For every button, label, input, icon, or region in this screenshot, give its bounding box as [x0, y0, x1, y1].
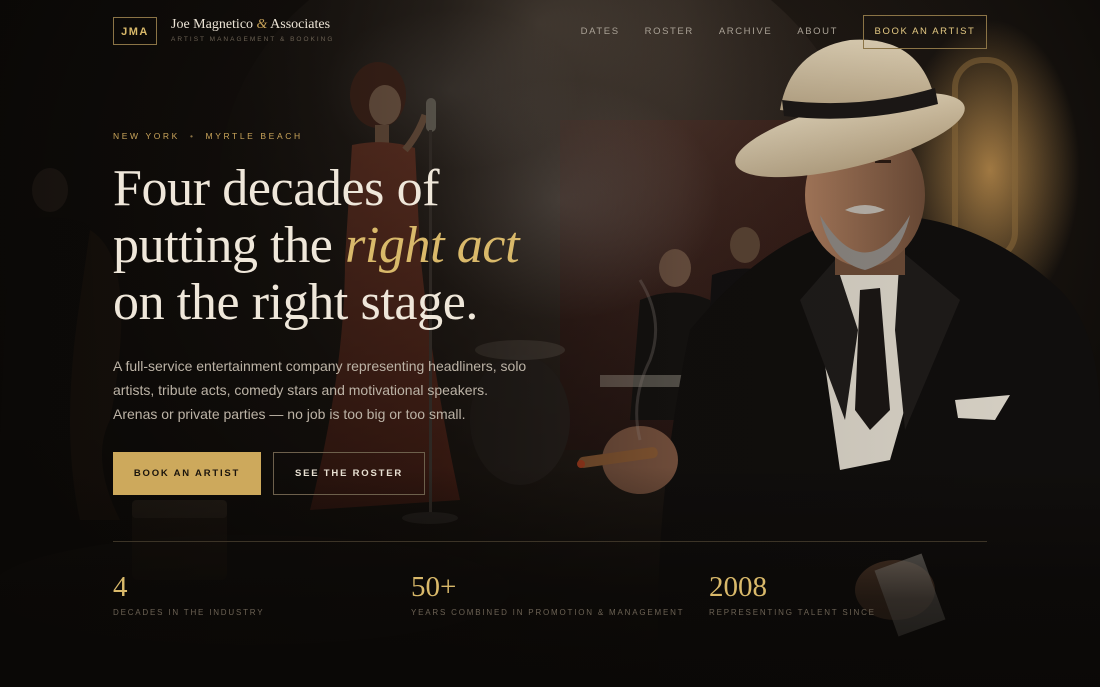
stat-years-combined: 50+ YEARS COMBINED IN PROMOTION & MANAGE…: [411, 570, 684, 617]
location-separator: •: [189, 131, 196, 141]
hero-section: JMA Joe Magnetico & Associates ARTIST MA…: [0, 0, 1100, 687]
location-new-york: NEW YORK: [113, 131, 180, 141]
logo-monogram[interactable]: JMA: [113, 17, 157, 45]
nav-link-archive[interactable]: ARCHIVE: [719, 26, 772, 37]
headline-line-1: Four decades of: [113, 160, 440, 217]
stat-label: DECADES IN THE INDUSTRY: [113, 608, 265, 617]
headline-line-3: on the right stage.: [113, 274, 478, 331]
stat-value: 2008: [709, 571, 767, 603]
top-navigation: JMA Joe Magnetico & Associates ARTIST MA…: [113, 15, 987, 49]
nav-links: DATES ROSTER ARCHIVE ABOUT: [581, 26, 838, 37]
stat-label: YEARS COMBINED IN PROMOTION & MANAGEMENT: [411, 608, 685, 617]
hero-headline: Four decades of putting the right act on t…: [113, 160, 673, 331]
see-roster-button[interactable]: SEE THE ROSTER: [273, 452, 425, 495]
location-eyebrow: NEW YORK • MYRTLE BEACH: [113, 131, 303, 141]
stat-since: 2008 REPRESENTING TALENT SINCE: [709, 570, 876, 617]
brand-tagline: ARTIST MANAGEMENT & BOOKING: [171, 36, 335, 43]
headline-emphasis: right act: [345, 217, 520, 274]
brand-name-part2: Associates: [267, 17, 331, 32]
stat-value: 50+: [411, 571, 457, 603]
brand-name[interactable]: Joe Magnetico & Associates: [171, 17, 330, 33]
location-myrtle-beach: MYRTLE BEACH: [205, 131, 303, 141]
stats-divider: [113, 541, 987, 542]
stat-label: REPRESENTING TALENT SINCE: [709, 608, 876, 617]
hero-description: A full-service entertainment company rep…: [113, 358, 527, 422]
stat-value: 4: [113, 571, 128, 603]
nav-link-roster[interactable]: ROSTER: [645, 26, 694, 37]
nav-link-about[interactable]: ABOUT: [797, 26, 838, 37]
book-artist-button[interactable]: BOOK AN ARTIST: [113, 452, 261, 495]
nav-link-dates[interactable]: DATES: [581, 26, 620, 37]
brand-name-part1: Joe Magnetico: [171, 17, 257, 32]
stat-decades: 4 DECADES IN THE INDUSTRY: [113, 570, 264, 617]
headline-line-2-start: putting the: [113, 217, 346, 274]
brand-ampersand: &: [256, 17, 268, 32]
nav-book-artist-button[interactable]: BOOK AN ARTIST: [863, 15, 987, 49]
